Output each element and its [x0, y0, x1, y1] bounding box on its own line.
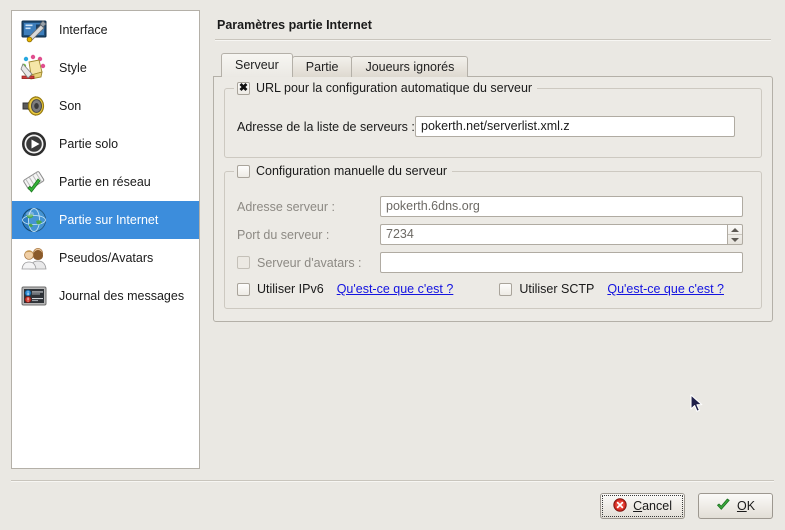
check-icon	[716, 498, 731, 515]
network-icon	[19, 167, 49, 197]
avatar-server-input[interactable]	[380, 252, 743, 273]
error-x-icon	[613, 497, 627, 515]
page-title: Paramètres partie Internet	[217, 18, 372, 32]
sidebar-item-label: Partie solo	[59, 137, 119, 151]
cancel-button-label: Cancel	[633, 499, 672, 513]
sctp-help-link[interactable]: Qu'est-ce que c'est ?	[607, 282, 724, 296]
avatar-server-row: Serveur d'avatars :	[237, 252, 749, 273]
ok-button[interactable]: OK	[698, 493, 773, 519]
sctp-checkbox[interactable]	[499, 282, 513, 296]
spin-up-button[interactable]	[728, 225, 742, 235]
avatar-server-label: Serveur d'avatars :	[257, 255, 362, 270]
spin-down-button[interactable]	[728, 235, 742, 244]
settings-main-panel: Paramètres partie Internet Serveur Parti…	[213, 10, 773, 322]
server-port-label: Port du serveur :	[237, 227, 330, 242]
tab-bar[interactable]: Serveur Partie Joueurs ignorés	[213, 53, 773, 77]
sidebar-item-label: Style	[59, 61, 87, 75]
sidebar-item-label: Journal des messages	[59, 289, 185, 303]
tab-joueurs-ignores[interactable]: Joueurs ignorés	[351, 56, 469, 77]
server-port-input[interactable]: 7234	[380, 224, 727, 245]
server-address-input[interactable]: pokerth.6dns.org	[380, 196, 743, 217]
auto-config-group: URL pour la configuration automatique du…	[224, 81, 762, 158]
settings-category-list[interactable]: Interface Style Son Partie solo Partie e…	[11, 10, 200, 469]
sidebar-item-partie-solo[interactable]: Partie solo	[12, 125, 199, 163]
sidebar-item-pseudos-avatars[interactable]: Pseudos/Avatars	[12, 239, 199, 277]
tab-panel-serveur: URL pour la configuration automatique du…	[213, 76, 773, 322]
server-address-row: Adresse serveur : pokerth.6dns.org	[237, 196, 749, 217]
avatar-server-checkbox[interactable]	[237, 256, 250, 269]
play-icon	[19, 129, 49, 159]
style-icon	[19, 53, 49, 83]
server-port-row: Port du serveur : 7234	[237, 224, 749, 245]
sidebar-item-journal-des-messages[interactable]: Journal des messages	[12, 277, 199, 315]
sidebar-item-partie-sur-internet[interactable]: Partie sur Internet	[12, 201, 199, 239]
sidebar-item-son[interactable]: Son	[12, 87, 199, 125]
cancel-button[interactable]: Cancel	[600, 493, 685, 519]
users-icon	[19, 243, 49, 273]
sidebar-item-interface[interactable]: Interface	[12, 11, 199, 49]
server-port-spinner[interactable]: 7234	[380, 224, 743, 245]
tab-partie[interactable]: Partie	[291, 56, 353, 77]
auto-config-group-title[interactable]: URL pour la configuration automatique du…	[234, 81, 538, 95]
manual-config-label: Configuration manuelle du serveur	[256, 164, 448, 178]
tab-serveur[interactable]: Serveur	[221, 53, 293, 77]
ipv6-help-link[interactable]: Qu'est-ce que c'est ?	[337, 282, 454, 296]
interface-icon	[19, 15, 49, 45]
server-port-spin-buttons[interactable]	[727, 224, 743, 245]
dialog-button-bar: Cancel OK	[600, 493, 773, 519]
title-separator	[215, 39, 771, 41]
chevron-up-icon	[731, 227, 739, 232]
auto-config-checkbox[interactable]	[237, 81, 250, 95]
chevron-down-icon	[731, 237, 739, 242]
auto-config-label: URL pour la configuration automatique du…	[256, 81, 533, 95]
log-icon	[19, 281, 49, 311]
sidebar-item-label: Son	[59, 99, 82, 113]
sidebar-item-label: Pseudos/Avatars	[59, 251, 154, 265]
footer-separator	[11, 480, 774, 482]
ipv6-checkbox[interactable]	[237, 282, 250, 296]
sidebar-item-label: Partie en réseau	[59, 175, 151, 189]
server-address-label: Adresse serveur :	[237, 199, 335, 214]
serverlist-label: Adresse de la liste de serveurs :	[237, 119, 415, 134]
sctp-label: Utiliser SCTP	[519, 282, 595, 296]
mouse-cursor	[690, 394, 704, 414]
protocol-options-row: Utiliser IPv6 Qu'est-ce que c'est ? Util…	[237, 282, 749, 296]
sidebar-item-label: Interface	[59, 23, 108, 37]
ipv6-label: Utiliser IPv6	[257, 282, 324, 296]
sidebar-item-label: Partie sur Internet	[59, 213, 159, 227]
manual-config-group: Configuration manuelle du serveur Adress…	[224, 164, 762, 309]
sound-icon	[19, 91, 49, 121]
globe-icon	[19, 205, 49, 235]
sidebar-item-style[interactable]: Style	[12, 49, 199, 87]
manual-config-checkbox[interactable]	[237, 164, 250, 178]
serverlist-row: Adresse de la liste de serveurs : pokert…	[237, 116, 749, 137]
sidebar-item-partie-en-reseau[interactable]: Partie en réseau	[12, 163, 199, 201]
serverlist-input[interactable]: pokerth.net/serverlist.xml.z	[415, 116, 735, 137]
manual-config-group-title[interactable]: Configuration manuelle du serveur	[234, 164, 453, 178]
ok-button-label: OK	[736, 499, 756, 513]
